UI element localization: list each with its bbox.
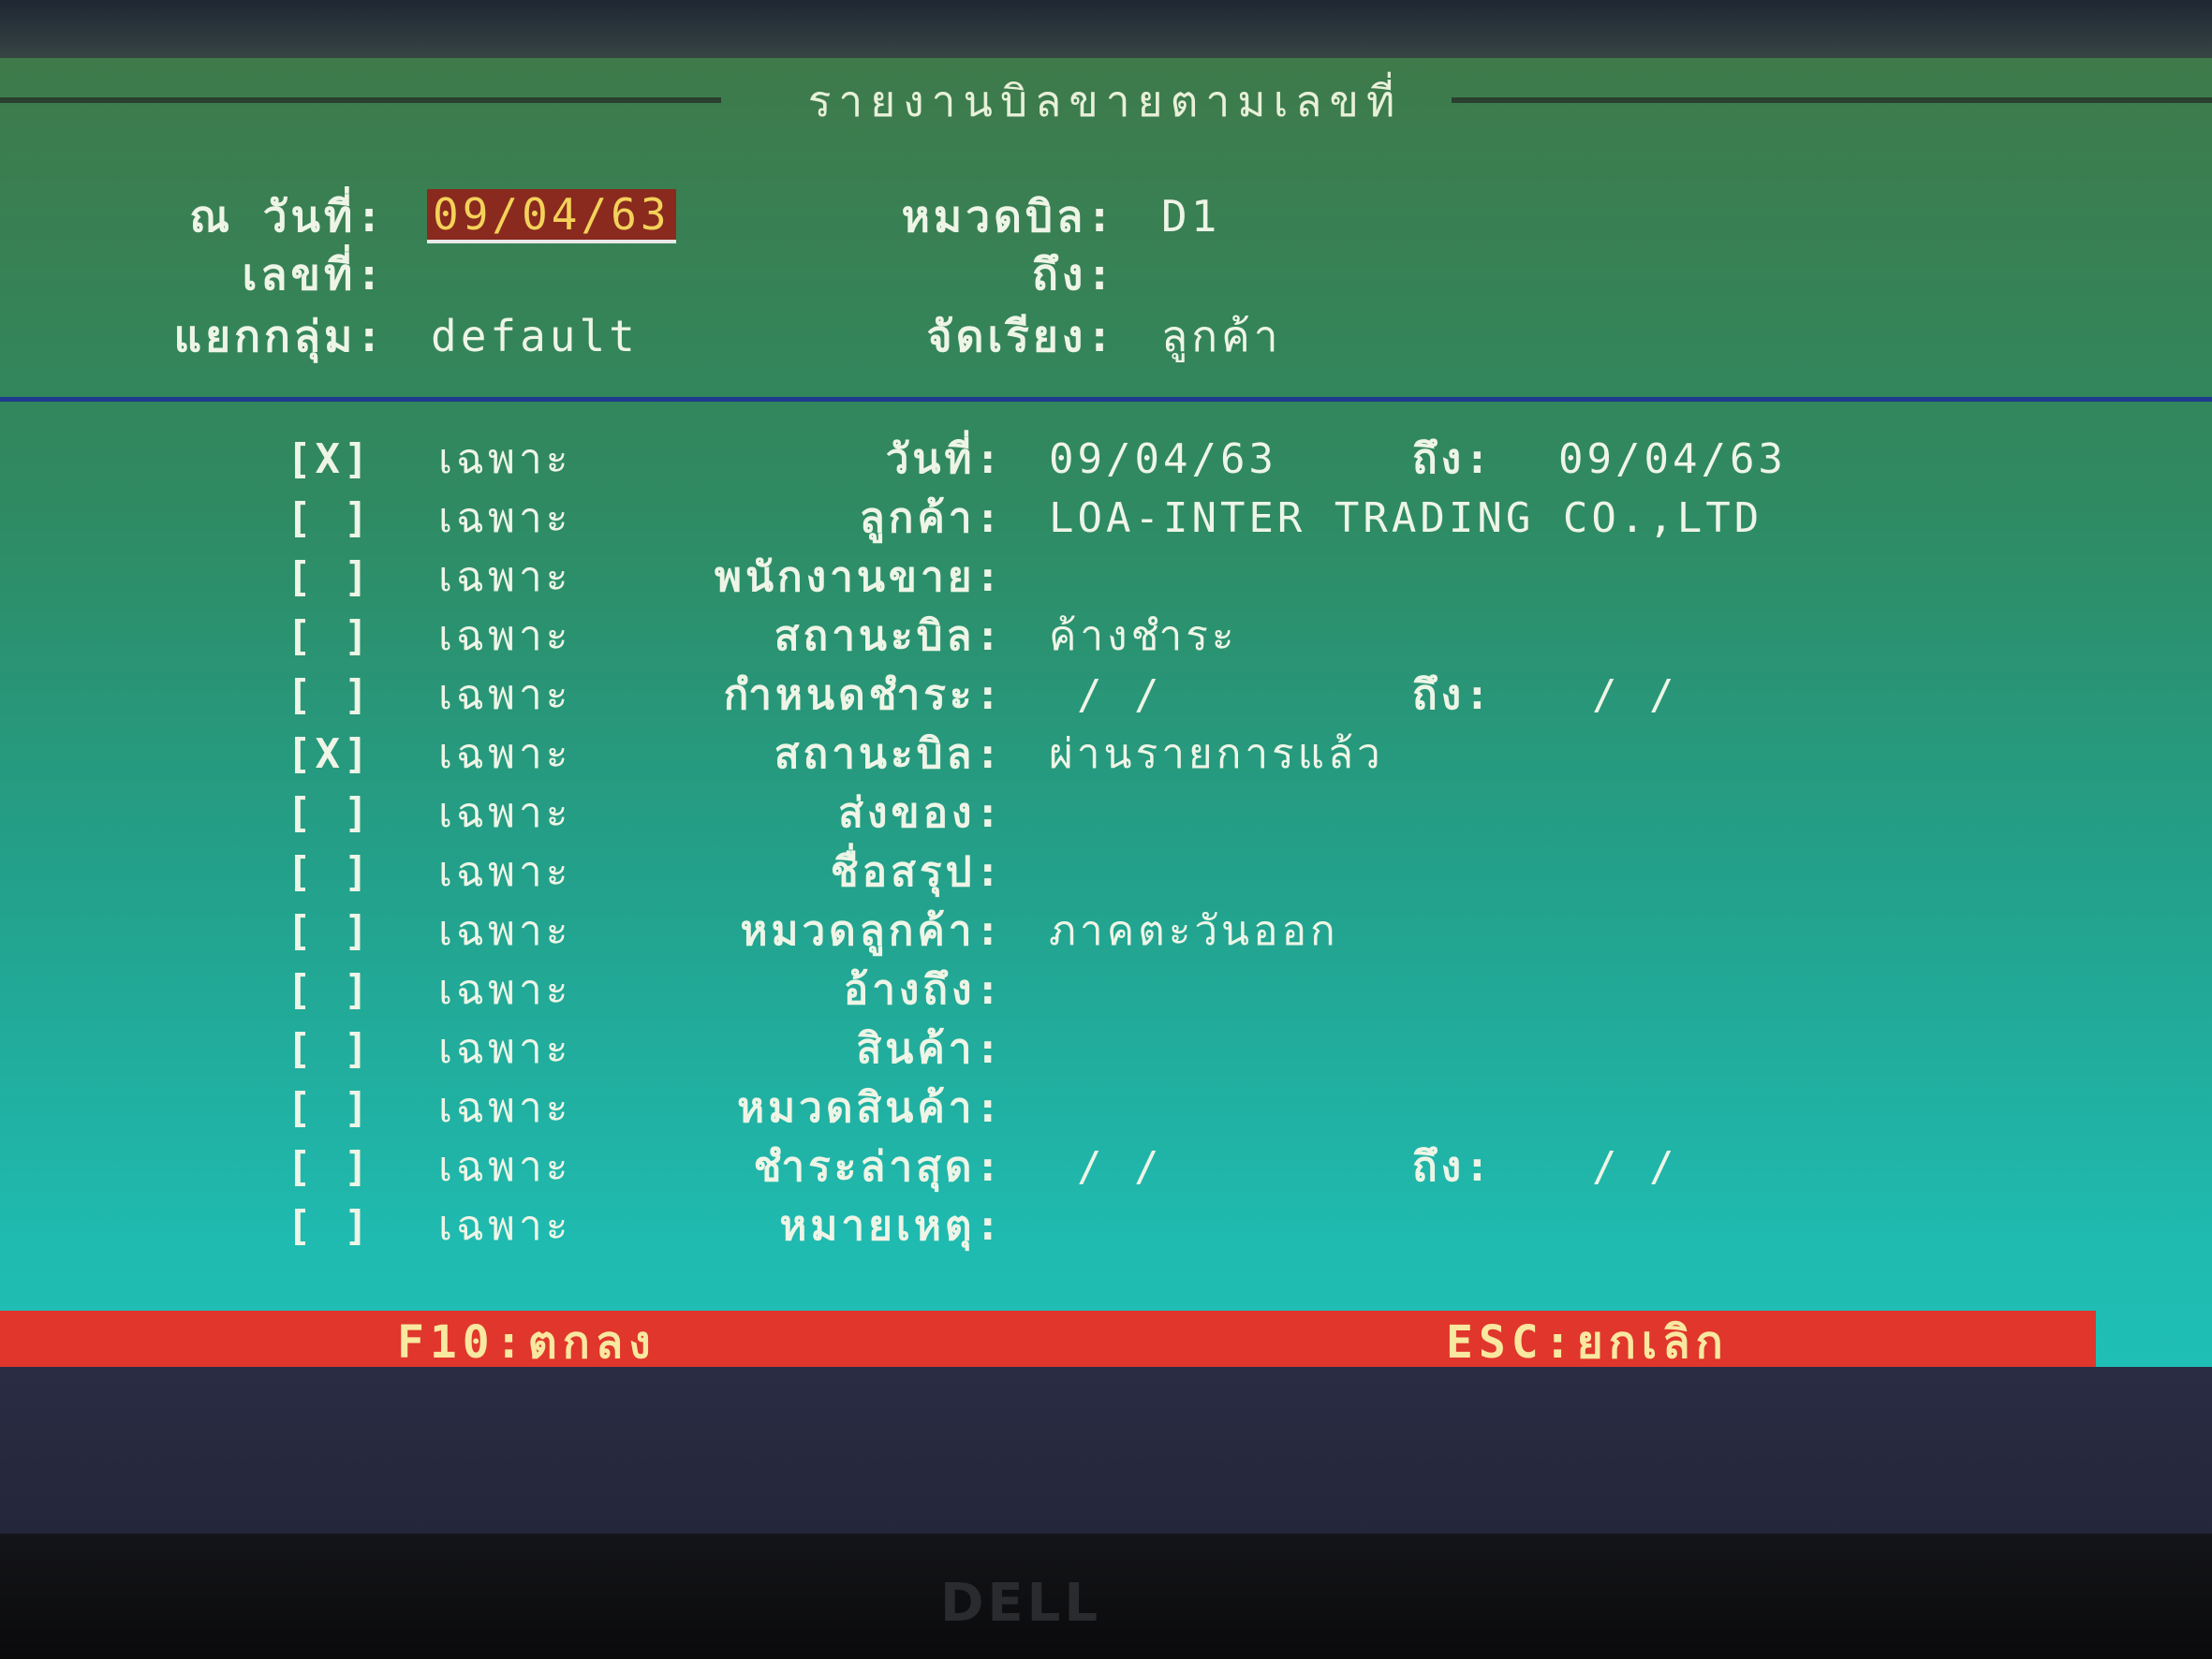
report-title: รายงานบิลขายตามเลขที่: [807, 76, 1403, 126]
filter-label: หมายเหตุ:: [779, 1202, 1004, 1250]
filter-row-reference: [ ] เฉพาะ อ้างถึง:: [0, 962, 2212, 1020]
filter-label: วันที่:: [885, 435, 1004, 483]
filter-row-customer: [ ] เฉพาะ ลูกค้า: LOA-INTER TRADING CO.,…: [0, 490, 2212, 548]
filter-due-date-to[interactable]: / /: [1592, 667, 1677, 725]
filter-row-due-date: [ ] เฉพาะ กำหนดชำระ: / / ถึง: / /: [0, 667, 2212, 725]
screen-unused-area: [0, 1367, 2212, 1535]
filter-date-from[interactable]: 09/04/63: [1049, 431, 1277, 489]
filter-row-last-payment: [ ] เฉพาะ ชำระล่าสุด: / / ถึง: / /: [0, 1138, 2212, 1197]
only-label: เฉพาะ: [438, 1084, 572, 1132]
filter-date-to[interactable]: 09/04/63: [1558, 431, 1787, 489]
f10-ok-key[interactable]: F10:ตกลง: [397, 1311, 656, 1374]
filter-label: ลูกค้า:: [859, 494, 1004, 542]
filter-label: หมวดสินค้า:: [737, 1084, 1004, 1132]
monitor-bezel-top: [0, 0, 2212, 66]
only-label: เฉพาะ: [438, 789, 572, 837]
filter-label: ชื่อสรุป:: [830, 848, 1004, 896]
title-rule-left: [0, 97, 721, 103]
filter-row-note: [ ] เฉพาะ หมายเหตุ:: [0, 1197, 2212, 1255]
only-label: เฉพาะ: [438, 848, 572, 896]
title-rule-right: [1452, 97, 2212, 103]
filter-checkbox[interactable]: [X]: [287, 431, 390, 489]
filter-to-label: ถึง:: [1412, 671, 1494, 719]
filter-bill-status-value[interactable]: ค้างชำระ: [1049, 608, 1237, 666]
filter-checkbox[interactable]: [ ]: [287, 608, 390, 666]
filter-label: ส่งของ:: [838, 789, 1004, 837]
filter-label: สถานะบิล:: [774, 730, 1004, 778]
bill-number-label: เลขที่:: [242, 249, 386, 300]
only-label: เฉพาะ: [438, 907, 572, 955]
only-label: เฉพาะ: [438, 1143, 572, 1191]
filter-row-delivery: [ ] เฉพาะ ส่งของ:: [0, 785, 2212, 843]
filter-checkbox[interactable]: [ ]: [287, 962, 390, 1020]
filter-label: อ้างถึง:: [843, 966, 1004, 1014]
filter-checkbox[interactable]: [X]: [287, 726, 390, 784]
filter-checkbox[interactable]: [ ]: [287, 1197, 390, 1255]
group-by-label: แยกกลุ่ม:: [173, 311, 386, 361]
filter-checkbox[interactable]: [ ]: [287, 903, 390, 961]
only-label: เฉพาะ: [438, 553, 572, 601]
filter-label: หมวดลูกค้า:: [740, 907, 1004, 955]
filter-label: พนักงานขาย:: [714, 553, 1004, 601]
filter-checkbox[interactable]: [ ]: [287, 1079, 390, 1138]
filter-checkbox[interactable]: [ ]: [287, 490, 390, 548]
filter-checkbox[interactable]: [ ]: [287, 785, 390, 843]
as-of-date-input[interactable]: 09/04/63: [427, 187, 676, 243]
filter-row-product: [ ] เฉพาะ สินค้า:: [0, 1020, 2212, 1079]
filter-to-label: ถึง:: [1412, 1143, 1494, 1191]
filter-checkbox[interactable]: [ ]: [287, 844, 390, 902]
filter-row-customer-category: [ ] เฉพาะ หมวดลูกค้า: ภาคตะวันออก: [0, 903, 2212, 961]
filter-checkbox[interactable]: [ ]: [287, 1138, 390, 1197]
filter-row-salesperson: [ ] เฉพาะ พนักงานขาย:: [0, 549, 2212, 607]
function-key-bar: F10:ตกลง ESC:ยกเลิก: [0, 1311, 2096, 1374]
only-label: เฉพาะ: [438, 966, 572, 1014]
filter-row-date: [X] เฉพาะ วันที่: 09/04/63 ถึง: 09/04/63: [0, 431, 2212, 489]
bill-number-to-label: ถึง:: [1031, 249, 1116, 300]
only-label: เฉพาะ: [438, 730, 572, 778]
filter-last-payment-to[interactable]: / /: [1592, 1138, 1677, 1197]
esc-cancel-key[interactable]: ESC:ยกเลิก: [1446, 1311, 1729, 1374]
bill-category-label: หมวดบิล:: [901, 191, 1116, 242]
filter-customer-category-value[interactable]: ภาคตะวันออก: [1049, 903, 1339, 961]
filter-label: ชำระล่าสุด:: [753, 1143, 1004, 1191]
filter-label: กำหนดชำระ:: [723, 671, 1004, 719]
group-by-field[interactable]: default: [431, 309, 639, 363]
section-divider: [0, 397, 2212, 402]
filter-customer-value[interactable]: LOA-INTER TRADING CO.,LTD: [1049, 490, 1762, 548]
filter-row-bill-status-posted: [X] เฉพาะ สถานะบิล: ผ่านรายการแล้ว: [0, 726, 2212, 784]
filter-checkbox[interactable]: [ ]: [287, 667, 390, 725]
filter-row-product-category: [ ] เฉพาะ หมวดสินค้า:: [0, 1079, 2212, 1138]
only-label: เฉพาะ: [438, 435, 572, 483]
filter-last-payment-from[interactable]: / /: [1077, 1138, 1162, 1197]
only-label: เฉพาะ: [438, 494, 572, 542]
filter-checkbox[interactable]: [ ]: [287, 1020, 390, 1079]
as-of-date-value: 09/04/63: [427, 189, 676, 243]
only-label: เฉพาะ: [438, 671, 572, 719]
filter-due-date-from[interactable]: / /: [1077, 667, 1162, 725]
filter-bill-status-posted-value[interactable]: ผ่านรายการแล้ว: [1049, 726, 1384, 784]
only-label: เฉพาะ: [438, 1025, 572, 1073]
filter-row-summary-name: [ ] เฉพาะ ชื่อสรุป:: [0, 844, 2212, 902]
filter-checkbox[interactable]: [ ]: [287, 549, 390, 607]
sort-by-label: จัดเรียง:: [926, 311, 1116, 361]
only-label: เฉพาะ: [438, 612, 572, 660]
filter-row-bill-status: [ ] เฉพาะ สถานะบิล: ค้างชำระ: [0, 608, 2212, 666]
monitor-brand-logo: DELL: [939, 1573, 1102, 1634]
sort-by-field[interactable]: ลูกค้า: [1161, 309, 1282, 363]
filter-to-label: ถึง:: [1412, 435, 1494, 483]
filter-label: สินค้า:: [856, 1025, 1004, 1073]
only-label: เฉพาะ: [438, 1202, 572, 1250]
bill-category-field[interactable]: D1: [1161, 189, 1220, 243]
as-of-date-label: ณ วันที่:: [189, 191, 386, 242]
filter-label: สถานะบิล:: [774, 612, 1004, 660]
